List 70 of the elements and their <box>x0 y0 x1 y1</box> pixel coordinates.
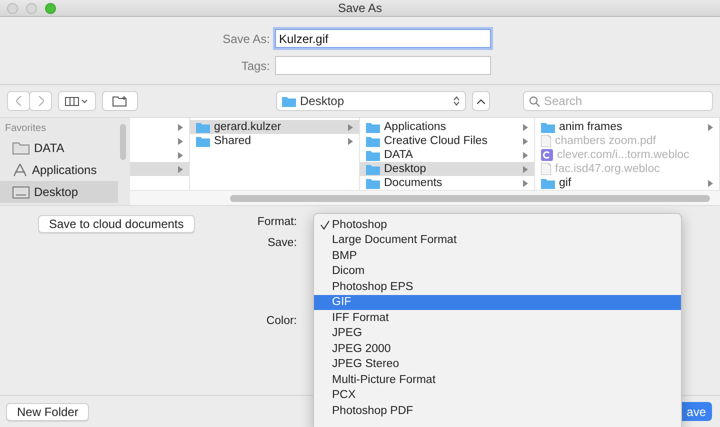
scrollbar-thumb[interactable] <box>230 194 710 202</box>
file-row[interactable]: Shared <box>190 134 359 148</box>
new-folder-button[interactable] <box>102 91 138 111</box>
format-label: Format: <box>257 216 298 228</box>
back-button[interactable] <box>7 91 30 111</box>
menu-item[interactable]: JPEG 2000 <box>314 341 681 356</box>
window-title: Save As <box>338 1 382 15</box>
menu-item[interactable]: JPEG Stereo <box>314 356 681 372</box>
save-label: Save: <box>268 237 298 249</box>
collapse-button[interactable] <box>472 91 490 111</box>
menu-item[interactable]: JPEG <box>314 326 681 341</box>
chevron-up-icon <box>477 98 485 104</box>
sidebar-item[interactable]: Desktop <box>0 181 118 203</box>
scrollbar-thumb[interactable] <box>120 124 126 160</box>
view-mode-button[interactable] <box>58 91 96 111</box>
zoom-button[interactable] <box>45 3 56 14</box>
file-row[interactable]: gif <box>535 176 719 190</box>
new-folder-button[interactable]: New Folder <box>6 402 90 420</box>
folder-icon <box>196 122 210 132</box>
folder-icon <box>12 142 30 154</box>
menu-item[interactable]: PCX <box>314 388 681 403</box>
menu-item[interactable]: GIF <box>314 294 681 310</box>
tags-label: Tags: <box>240 58 270 72</box>
apps-icon <box>12 163 28 177</box>
file-row[interactable] <box>130 162 189 176</box>
chevron-right-icon <box>38 96 44 106</box>
checkmark-icon <box>320 220 330 230</box>
disclosure-arrow-icon <box>708 124 713 130</box>
columns-icon <box>65 96 89 106</box>
color-label: Color: <box>266 315 298 327</box>
file-row[interactable]: Applications <box>360 120 534 134</box>
up-down-chevron-icon <box>453 96 460 106</box>
tags-field[interactable] <box>275 56 491 75</box>
sidebar-item[interactable]: DATA <box>0 137 118 159</box>
file-name-field[interactable]: Kulzer.gif <box>275 29 491 48</box>
folder-icon <box>541 122 555 132</box>
menu-item[interactable]: Dicom <box>314 264 681 279</box>
disclosure-arrow-icon <box>708 180 713 186</box>
letter-c-icon <box>541 149 553 161</box>
minimize-button[interactable] <box>26 3 37 14</box>
menu-item[interactable]: Multi-Picture Format <box>314 372 681 388</box>
sidebar-heading: Favorites <box>4 123 48 134</box>
menu-item[interactable]: Photoshop <box>314 217 681 232</box>
save-to-cloud-button[interactable]: Save to cloud documents <box>38 215 195 233</box>
menu-item[interactable]: Large Document Format <box>314 232 681 248</box>
file-row[interactable]: Documents <box>360 176 534 190</box>
folder-icon <box>282 96 296 106</box>
file-row[interactable]: Creative Cloud Files <box>360 134 534 148</box>
search-field[interactable]: Search <box>523 91 713 111</box>
menu-item[interactable]: BMP <box>314 248 681 264</box>
desktop-icon <box>12 186 30 198</box>
folder-icon <box>366 136 380 146</box>
folder-icon <box>366 122 380 132</box>
file-row[interactable]: gerard.kulzer <box>190 120 359 134</box>
save-as-label: Save As: <box>222 32 270 46</box>
file-row[interactable]: DATA <box>360 148 534 162</box>
location-dropdown[interactable]: Desktop <box>276 91 466 111</box>
folder-plus-icon <box>112 96 128 106</box>
folder-icon <box>366 164 380 174</box>
menu-item[interactable]: IFF Format <box>314 310 681 326</box>
file-row[interactable]: anim frames <box>535 120 719 134</box>
close-button[interactable] <box>7 3 18 14</box>
search-icon <box>529 96 540 107</box>
document-icon <box>541 163 551 175</box>
chevron-left-icon <box>16 96 22 106</box>
document-icon <box>541 135 551 147</box>
sidebar-item[interactable]: Applications <box>0 159 118 181</box>
forward-button[interactable] <box>29 91 52 111</box>
menu-item[interactable]: Photoshop EPS <box>314 279 681 294</box>
file-row[interactable]: Desktop <box>360 162 534 176</box>
